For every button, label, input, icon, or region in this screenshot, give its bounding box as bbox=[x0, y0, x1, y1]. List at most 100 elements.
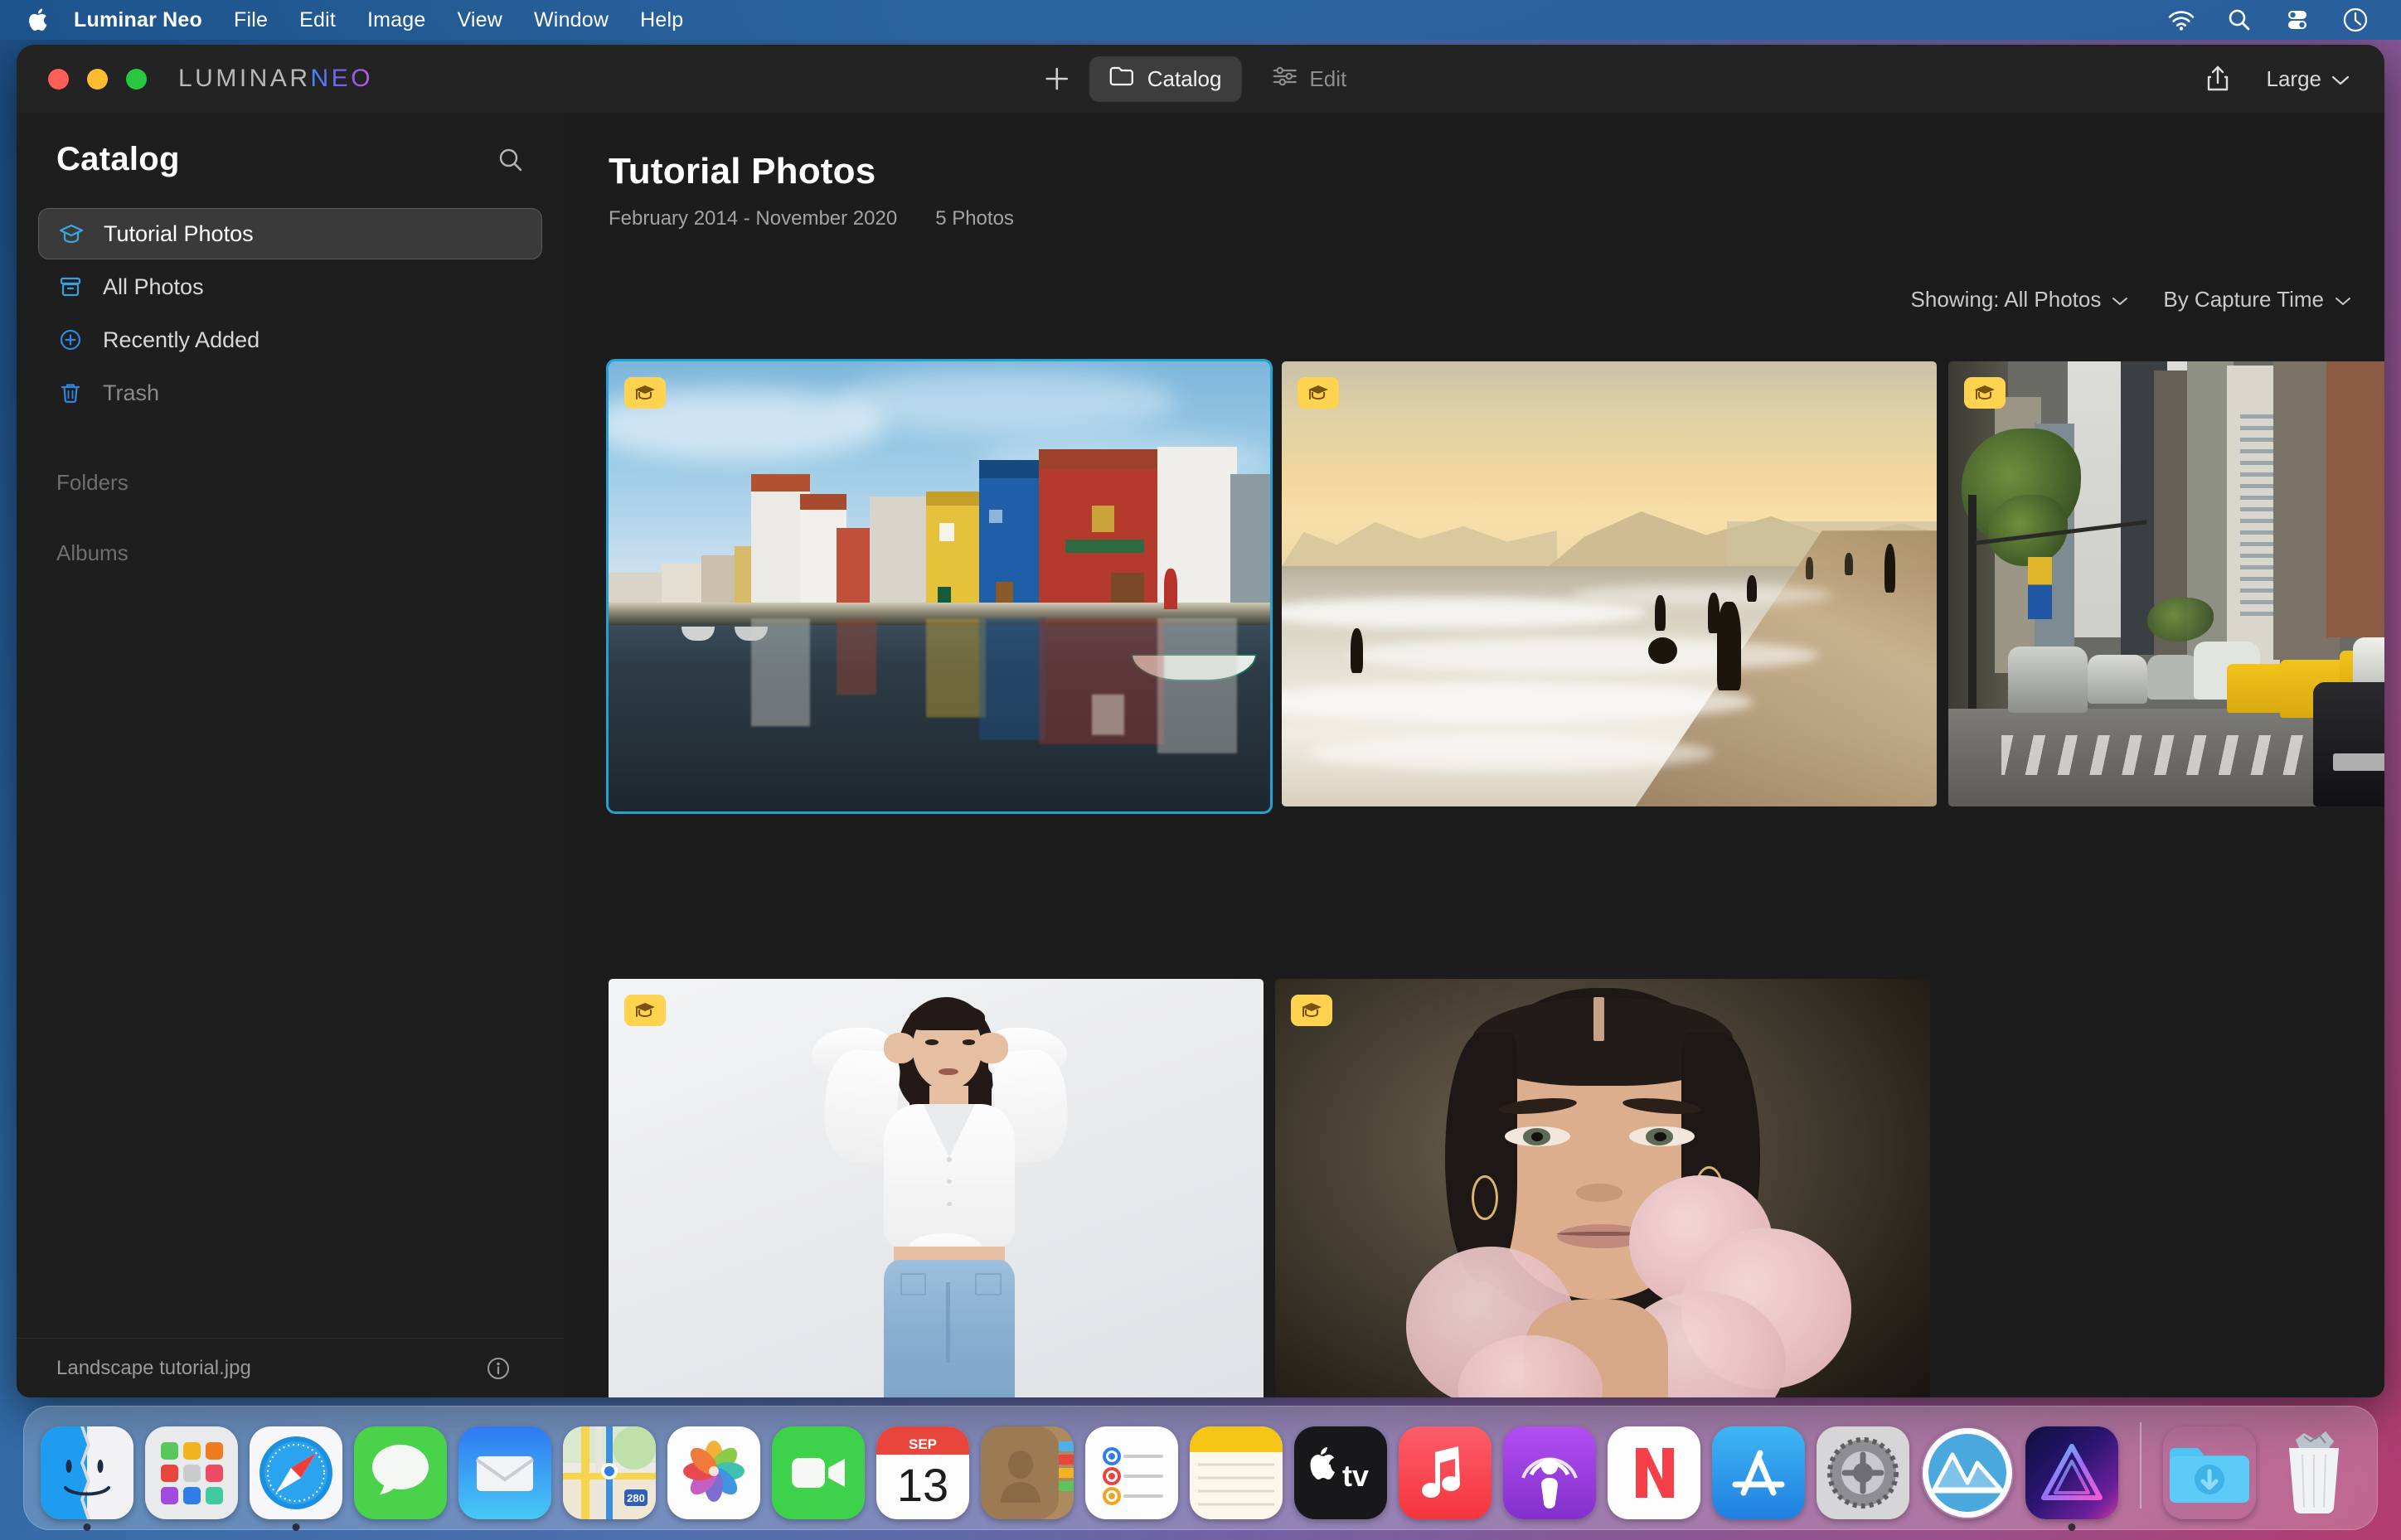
apple-logo-icon[interactable] bbox=[25, 3, 53, 36]
sidebar-item-label: Trash bbox=[103, 380, 160, 405]
mail-icon bbox=[458, 1426, 551, 1519]
trash-full-icon bbox=[2268, 1426, 2360, 1519]
sidebar-item-tutorial-photos[interactable]: Tutorial Photos bbox=[38, 208, 542, 259]
downloads-folder-icon bbox=[2163, 1426, 2256, 1519]
sidebar-item-trash[interactable]: Trash bbox=[38, 367, 542, 419]
spotlight-search-icon[interactable] bbox=[2225, 6, 2253, 34]
dock-item-downloads[interactable] bbox=[2163, 1426, 2256, 1519]
sidebar-item-recently-added[interactable]: Recently Added bbox=[38, 314, 542, 366]
thumbnail-size-label: Large bbox=[2266, 65, 2322, 91]
svg-text:tv: tv bbox=[1342, 1459, 1369, 1493]
dock-item-facetime[interactable] bbox=[772, 1426, 865, 1519]
sliders-icon bbox=[1271, 65, 1298, 93]
dock-item-app-store[interactable] bbox=[1712, 1426, 1805, 1519]
share-icon[interactable] bbox=[2204, 65, 2232, 93]
dock-item-safari[interactable] bbox=[250, 1426, 342, 1531]
showing-filter-dropdown[interactable]: Showing: All Photos bbox=[1911, 287, 2129, 312]
minimize-window-button[interactable] bbox=[87, 68, 108, 90]
dock-item-news[interactable] bbox=[1608, 1426, 1700, 1519]
window-traffic-lights bbox=[17, 68, 147, 90]
photos-icon bbox=[667, 1426, 760, 1519]
dock-item-launchpad[interactable] bbox=[145, 1426, 238, 1519]
wifi-icon[interactable] bbox=[2167, 6, 2195, 34]
add-photos-button[interactable] bbox=[1035, 56, 1079, 101]
tutorial-badge bbox=[1298, 377, 1339, 409]
photo-image-beauty-portrait bbox=[1275, 979, 1930, 1397]
info-circle-icon[interactable] bbox=[484, 1354, 512, 1383]
dock-item-messages[interactable] bbox=[354, 1426, 447, 1519]
dock-item-notes[interactable] bbox=[1190, 1426, 1283, 1519]
collection-filters: Showing: All Photos By Capture Time bbox=[1911, 287, 2351, 312]
dock-item-calendar[interactable]: SEP 13 bbox=[876, 1426, 969, 1519]
dock-item-system-preferences[interactable] bbox=[1817, 1426, 1909, 1519]
dock-item-mail[interactable] bbox=[458, 1426, 551, 1519]
siri-clock-icon[interactable] bbox=[2341, 6, 2369, 34]
luminar-ai-icon bbox=[1921, 1426, 2014, 1519]
toolbar-center-controls: Catalog Edit bbox=[1035, 45, 1366, 113]
menubar-item-image[interactable]: Image bbox=[352, 0, 441, 40]
podcasts-icon bbox=[1503, 1426, 1596, 1519]
notes-icon bbox=[1190, 1426, 1283, 1519]
svg-text:280: 280 bbox=[627, 1492, 645, 1504]
photo-thumbnail-studio-portrait[interactable] bbox=[609, 979, 1264, 1397]
dock-item-finder[interactable] bbox=[41, 1426, 133, 1531]
maximize-window-button[interactable] bbox=[126, 68, 147, 90]
photo-thumbnail-landscape-tutorial[interactable] bbox=[606, 359, 1273, 814]
dock-item-reminders[interactable] bbox=[1085, 1426, 1178, 1519]
sidebar-section-folders[interactable]: Folders bbox=[56, 470, 524, 496]
menubar-item-help[interactable]: Help bbox=[624, 0, 699, 40]
dock-item-luminar-neo[interactable] bbox=[2025, 1426, 2118, 1531]
toolbar-right-controls: Large bbox=[2204, 65, 2385, 93]
menubar-left-group: Luminar Neo File Edit Image View Window … bbox=[0, 0, 699, 40]
photo-thumbnail-city-street[interactable] bbox=[1948, 361, 2384, 806]
sidebar-item-all-photos[interactable]: All Photos bbox=[38, 261, 542, 312]
menubar-item-view[interactable]: View bbox=[441, 0, 518, 40]
maps-icon: 280 bbox=[563, 1426, 656, 1519]
dock-item-podcasts[interactable] bbox=[1503, 1426, 1596, 1519]
sidebar-title: Catalog bbox=[56, 141, 180, 177]
menubar-item-window[interactable]: Window bbox=[518, 0, 624, 40]
dock-item-tv[interactable]: tv bbox=[1294, 1426, 1387, 1519]
photo-thumbnail-beauty-portrait[interactable] bbox=[1275, 979, 1930, 1397]
sidebar-item-label: Recently Added bbox=[103, 327, 260, 352]
photo-grid-row bbox=[609, 979, 1930, 1397]
contacts-icon bbox=[981, 1426, 1074, 1519]
music-icon bbox=[1399, 1426, 1492, 1519]
dock-item-trash[interactable] bbox=[2268, 1426, 2360, 1519]
tab-edit[interactable]: Edit bbox=[1251, 56, 1366, 102]
graduation-cap-icon bbox=[57, 220, 85, 248]
chevron-down-icon bbox=[2112, 287, 2128, 312]
control-center-icon[interactable] bbox=[2283, 6, 2311, 34]
menubar-item-edit[interactable]: Edit bbox=[284, 0, 352, 40]
dock-item-maps[interactable]: 280 bbox=[563, 1426, 656, 1519]
status-bar: Landscape tutorial.jpg bbox=[17, 1338, 564, 1397]
dock-item-music[interactable] bbox=[1399, 1426, 1492, 1519]
sidebar-section-albums[interactable]: Albums bbox=[56, 540, 524, 566]
luminar-neo-icon bbox=[2025, 1426, 2118, 1519]
menubar-status-group bbox=[2167, 6, 2401, 34]
folder-icon bbox=[1109, 65, 1136, 93]
svg-text:SEP: SEP bbox=[909, 1436, 937, 1452]
app-brand-logo: LUMINAR NEO bbox=[178, 65, 373, 93]
menubar-app-name[interactable]: Luminar Neo bbox=[58, 0, 218, 40]
facetime-icon bbox=[772, 1426, 865, 1519]
dock-item-photos[interactable] bbox=[667, 1426, 760, 1519]
catalog-main-pane: Tutorial Photos February 2014 - November… bbox=[564, 113, 2384, 1397]
dock-separator bbox=[2140, 1422, 2141, 1509]
dock-item-contacts[interactable] bbox=[981, 1426, 1074, 1519]
appstore-icon bbox=[1712, 1426, 1805, 1519]
archive-box-icon bbox=[56, 273, 85, 301]
tab-catalog[interactable]: Catalog bbox=[1089, 56, 1242, 102]
selected-file-name: Landscape tutorial.jpg bbox=[56, 1356, 251, 1379]
search-icon[interactable] bbox=[494, 143, 527, 177]
close-window-button[interactable] bbox=[48, 68, 69, 90]
tutorial-badge bbox=[624, 995, 666, 1026]
dock-item-luminar-ai[interactable] bbox=[1921, 1426, 2014, 1519]
sidebar-item-label: Tutorial Photos bbox=[104, 220, 254, 246]
sort-order-dropdown[interactable]: By Capture Time bbox=[2163, 287, 2351, 312]
calendar-icon: SEP 13 bbox=[876, 1426, 969, 1519]
photo-thumbnail-beach-sunset[interactable] bbox=[1282, 361, 1937, 806]
menubar-item-file[interactable]: File bbox=[218, 0, 284, 40]
thumbnail-size-dropdown[interactable]: Large bbox=[2267, 66, 2350, 92]
sort-order-label: By Capture Time bbox=[2163, 287, 2324, 312]
